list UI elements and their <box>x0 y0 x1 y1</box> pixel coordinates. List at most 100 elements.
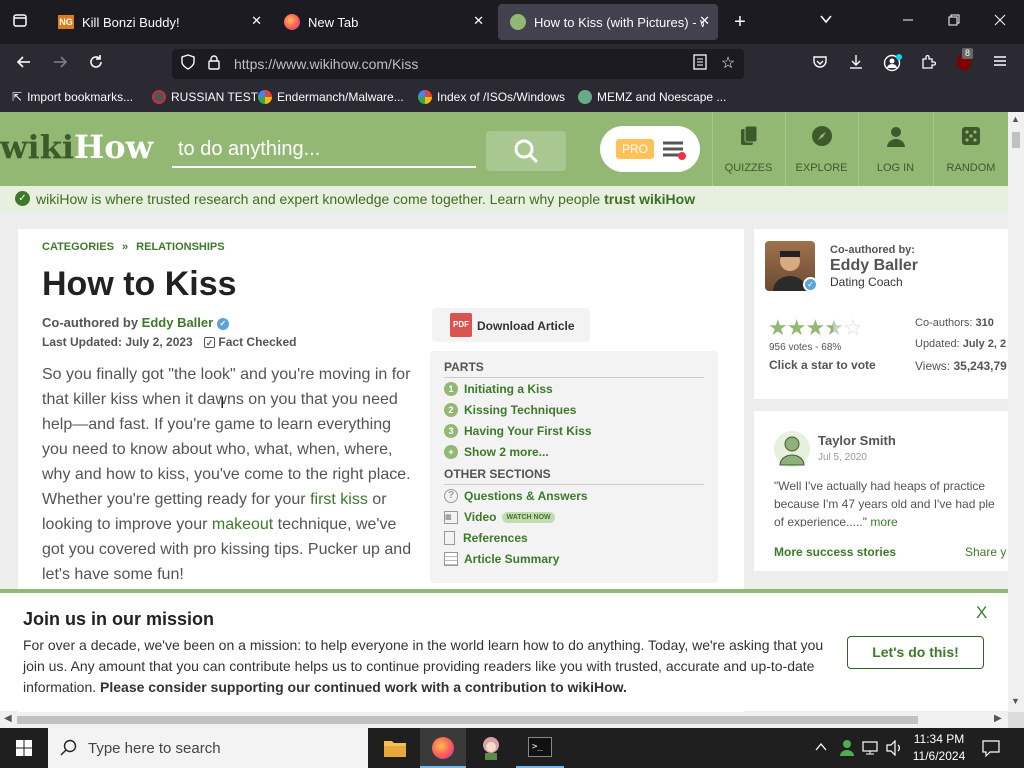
tab-overview-icon[interactable] <box>10 12 30 34</box>
bookmark-import[interactable]: ⇱ Import bookmarks... <box>12 90 133 104</box>
intro-text: So you finally got "the look" and you're… <box>42 366 411 508</box>
close-tab-icon[interactable]: ✕ <box>473 13 484 29</box>
minimize-icon[interactable] <box>898 12 918 32</box>
tray-app-icon[interactable] <box>838 738 856 756</box>
breadcrumb-relationships[interactable]: RELATIONSHIPS <box>136 241 224 253</box>
forward-icon[interactable] <box>50 54 70 76</box>
bookmark-label: Index of /ISOs/Windows <box>437 90 566 104</box>
lets-do-this-button[interactable]: Let's do this! <box>847 636 984 669</box>
scroll-left-icon[interactable]: ◀ <box>4 713 12 724</box>
nav-random[interactable]: RANDOM <box>933 112 1008 186</box>
toc-summary[interactable]: Article Summary <box>444 552 559 566</box>
horizontal-scrollbar[interactable]: ◀ ▶ <box>0 712 1008 728</box>
breadcrumb-categories[interactable]: CATEGORIES <box>42 241 114 253</box>
trust-link[interactable]: trust wikiHow <box>604 191 695 207</box>
clock[interactable]: 11:34 PM 11/6/2024 <box>908 731 970 765</box>
toc-questions[interactable]: ? Questions & Answers <box>444 489 588 503</box>
toc-part-3[interactable]: 3 Having Your First Kiss <box>444 424 592 438</box>
close-tab-icon[interactable]: ✕ <box>699 13 710 29</box>
tracking-protection-icon[interactable] <box>178 54 198 76</box>
more-success-stories[interactable]: More success stories <box>774 545 896 559</box>
wikihow-logo[interactable]: wikiHow <box>0 128 153 166</box>
lock-icon[interactable] <box>204 54 224 76</box>
volume-icon[interactable] <box>886 739 904 757</box>
ublock-icon[interactable]: 8 <box>954 48 974 78</box>
page-title: How to Kiss <box>42 265 237 303</box>
tab-how-to-kiss[interactable]: How to Kiss (with Pictures) - wi ✕ <box>498 4 718 40</box>
nav-explore[interactable]: EXPLORE <box>785 112 857 186</box>
stat-value: 310 <box>975 317 994 329</box>
back-icon[interactable] <box>14 54 34 76</box>
scroll-up-icon[interactable]: ▲ <box>1011 114 1020 124</box>
coauthor-link[interactable]: Eddy Baller <box>142 315 214 330</box>
views-stat: Views: 35,243,79 <box>915 359 1007 373</box>
nav-log-in[interactable]: LOG IN <box>858 112 932 186</box>
star-rating[interactable]: ★★★★☆ <box>768 315 863 341</box>
scroll-thumb[interactable] <box>17 716 918 724</box>
toc-show-more[interactable]: + Show 2 more... <box>444 445 549 459</box>
scroll-thumb[interactable] <box>1012 132 1020 148</box>
taskbar-bonzi-app[interactable] <box>468 728 514 768</box>
bookmark-russian-test[interactable]: RUSSIAN TEST <box>152 90 258 104</box>
star-full-icon[interactable]: ★ <box>768 315 788 340</box>
reload-icon[interactable] <box>86 54 106 76</box>
toc-part-2[interactable]: 2 Kissing Techniques <box>444 403 576 417</box>
pro-menu-button[interactable]: PRO <box>600 126 700 172</box>
close-tab-icon[interactable]: ✕ <box>251 13 262 29</box>
bookmark-iso-index[interactable]: Index of /ISOs/Windows <box>418 90 565 104</box>
reader-view-icon[interactable] <box>690 54 710 76</box>
link-makeout[interactable]: makeout <box>212 516 273 533</box>
show-hidden-icons[interactable] <box>814 740 830 756</box>
star-full-icon[interactable]: ★ <box>787 315 807 340</box>
banner-close-icon[interactable]: X <box>976 603 987 623</box>
bookmark-endermanch[interactable]: Endermanch/Malware... <box>258 90 404 104</box>
toc-part-1[interactable]: 1 Initiating a Kiss <box>444 382 553 396</box>
tab-new-tab[interactable]: New Tab ✕ <box>272 4 492 40</box>
star-empty-icon[interactable]: ☆ <box>843 315 863 340</box>
pocket-icon[interactable] <box>810 54 830 76</box>
start-button[interactable] <box>0 728 48 768</box>
extensions-icon[interactable] <box>918 54 938 76</box>
taskbar-terminal[interactable]: >_ <box>516 728 564 768</box>
notifications-icon[interactable] <box>982 739 1000 758</box>
hamburger-icon <box>663 141 686 160</box>
taskbar-search-box[interactable]: Type here to search <box>48 728 368 768</box>
google-favicon-icon <box>258 90 272 104</box>
watch-now-badge[interactable]: WATCH NOW <box>502 511 555 523</box>
taskbar-firefox[interactable] <box>420 728 466 768</box>
fact-checked[interactable]: Fact Checked <box>218 335 296 349</box>
close-window-icon[interactable] <box>990 12 1010 32</box>
star-half-icon[interactable]: ★ <box>824 315 844 340</box>
toc-video[interactable]: ▦ Video WATCH NOW <box>444 510 555 524</box>
tab-kill-bonzi[interactable]: NG Kill Bonzi Buddy! ✕ <box>46 4 270 40</box>
scroll-right-icon[interactable]: ▶ <box>994 713 1002 724</box>
app-menu-icon[interactable] <box>990 54 1010 74</box>
stat-value: 35,243,79 <box>953 359 1007 373</box>
network-icon[interactable] <box>862 740 880 756</box>
author-name[interactable]: Eddy Baller <box>830 257 918 275</box>
search-input[interactable]: to do anything... <box>172 132 476 168</box>
account-icon[interactable] <box>882 54 902 78</box>
link-first-kiss[interactable]: first kiss <box>310 491 368 508</box>
bookmark-star-icon[interactable]: ☆ <box>718 54 738 74</box>
taskbar-file-explorer[interactable] <box>372 728 418 768</box>
star-full-icon[interactable]: ★ <box>805 315 825 340</box>
scroll-down-icon[interactable]: ▼ <box>1011 696 1020 706</box>
downloads-icon[interactable] <box>846 54 866 76</box>
taskbar-search-placeholder: Type here to search <box>88 740 221 757</box>
bookmarks-toolbar: ⇱ Import bookmarks... RUSSIAN TEST Ender… <box>0 84 1024 112</box>
search-button[interactable] <box>486 131 566 171</box>
bookmark-memz[interactable]: MEMZ and Noescape ... <box>578 90 726 104</box>
url-bar[interactable]: https://www.wikihow.com/Kiss ☆ <box>172 49 744 79</box>
restore-icon[interactable] <box>944 12 964 32</box>
avatar[interactable]: ✓ <box>765 241 818 292</box>
list-all-tabs-icon[interactable] <box>816 12 836 32</box>
toc-references[interactable]: References <box>444 531 528 545</box>
vertical-scrollbar[interactable]: ▲ ▼ <box>1008 112 1024 712</box>
nav-quizzes[interactable]: QUIZZES <box>712 112 784 186</box>
share-story[interactable]: Share y <box>965 545 1006 559</box>
read-more-link[interactable]: more <box>870 515 897 527</box>
download-article-button[interactable]: PDF Download Article <box>432 308 590 342</box>
search-placeholder: to do anything... <box>178 138 321 160</box>
new-tab-icon[interactable]: + <box>730 12 750 32</box>
